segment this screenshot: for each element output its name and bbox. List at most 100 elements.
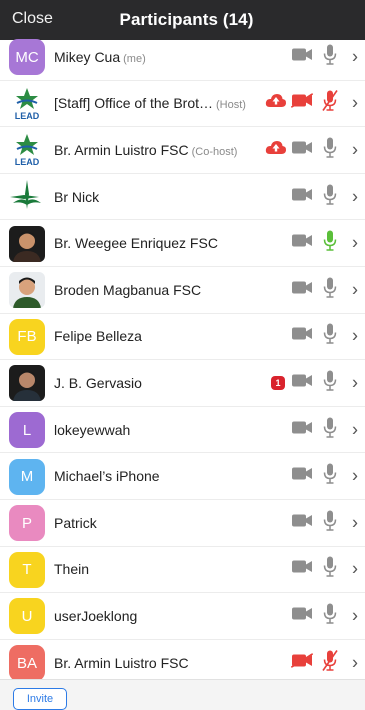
- video-camera-icon[interactable]: [291, 234, 313, 253]
- participant-name: Br. Armin Luistro FSC (Co-host): [54, 142, 237, 158]
- microphone-icon[interactable]: [322, 416, 338, 443]
- invite-button[interactable]: Invite: [13, 688, 67, 710]
- participant-row[interactable]: LEAD [Staff] Office of the Brot… (Host) ›: [0, 81, 365, 128]
- participant-name: Broden Magbanua FSC: [54, 282, 201, 298]
- participant-list[interactable]: MC Mikey Cua (me) › LEAD [Staff] Office of…: [0, 34, 365, 679]
- microphone-icon[interactable]: [322, 463, 338, 490]
- participant-name-text: Br. Armin Luistro FSC: [54, 654, 189, 671]
- participant-row[interactable]: M Michael’s iPhone ›: [0, 453, 365, 500]
- video-camera-icon[interactable]: [291, 280, 313, 299]
- chevron-right-icon[interactable]: ›: [352, 512, 358, 533]
- participant-name-text: Michael’s iPhone: [54, 468, 160, 485]
- participant-name: [Staff] Office of the Brot… (Host): [54, 95, 246, 111]
- participant-row[interactable]: T Thein ›: [0, 547, 365, 594]
- avatar: MC: [9, 39, 45, 76]
- microphone-icon[interactable]: [322, 43, 338, 70]
- microphone-icon[interactable]: [322, 509, 338, 536]
- chevron-right-icon[interactable]: ›: [352, 466, 358, 487]
- video-camera-icon[interactable]: [291, 140, 313, 159]
- participant-name: Felipe Belleza: [54, 328, 142, 344]
- microphone-muted-icon[interactable]: [322, 90, 338, 117]
- microphone-icon[interactable]: [322, 276, 338, 303]
- avatar: BA: [9, 645, 45, 679]
- chevron-right-icon[interactable]: ›: [352, 652, 358, 673]
- microphone-icon[interactable]: [322, 230, 338, 257]
- video-camera-icon[interactable]: [291, 560, 313, 579]
- lead-logo-icon: LEAD: [9, 132, 45, 169]
- chevron-right-icon[interactable]: ›: [352, 93, 358, 114]
- participant-controls: ›: [245, 174, 365, 220]
- chevron-right-icon[interactable]: ›: [352, 605, 358, 626]
- video-camera-icon[interactable]: [291, 467, 313, 486]
- participant-row[interactable]: J. B. Gervasio 1 ›: [0, 360, 365, 407]
- microphone-muted-icon[interactable]: [322, 649, 338, 676]
- close-button[interactable]: Close: [12, 10, 53, 28]
- avatar: [9, 225, 45, 262]
- participant-controls: ›: [245, 640, 365, 679]
- video-off-icon[interactable]: [290, 652, 314, 672]
- avatar-initials: MC: [15, 48, 39, 66]
- microphone-icon[interactable]: [322, 323, 338, 350]
- video-camera-icon[interactable]: [291, 513, 313, 532]
- participant-name-text: Br. Armin Luistro FSC: [54, 141, 189, 158]
- participant-name-text: userJoeklong: [54, 607, 138, 624]
- participant-controls: ›: [245, 500, 365, 546]
- participant-row[interactable]: MC Mikey Cua (me) ›: [0, 34, 365, 81]
- chevron-right-icon[interactable]: ›: [352, 279, 358, 300]
- participant-row[interactable]: FB Felipe Belleza ›: [0, 314, 365, 361]
- participant-name-text: Thein: [54, 561, 90, 578]
- participant-row[interactable]: Br Nick ›: [0, 174, 365, 221]
- participant-name-text: lokeyewwah: [54, 421, 131, 438]
- participant-name: lokeyewwah: [54, 422, 130, 438]
- participant-controls: ›: [245, 81, 365, 127]
- video-camera-icon[interactable]: [291, 606, 313, 625]
- microphone-icon[interactable]: [322, 183, 338, 210]
- avatar: [9, 272, 45, 309]
- chevron-right-icon[interactable]: ›: [352, 372, 358, 393]
- participant-controls: ›: [245, 267, 365, 313]
- participant-name: Patrick: [54, 515, 97, 531]
- participant-controls: ›: [245, 547, 365, 593]
- participant-name-text: Felipe Belleza: [54, 328, 142, 345]
- video-camera-icon[interactable]: [291, 187, 313, 206]
- svg-text:LEAD: LEAD: [15, 157, 40, 167]
- participant-name: userJoeklong: [54, 608, 137, 624]
- participant-name: Br. Armin Luistro FSC: [54, 655, 189, 671]
- avatar-initials: U: [21, 607, 33, 625]
- video-off-icon[interactable]: [290, 93, 314, 113]
- participant-row[interactable]: Llokeyewwah ›: [0, 407, 365, 454]
- participant-row[interactable]: BA Br. Armin Luistro FSC ›: [0, 640, 365, 679]
- participant-controls: ›: [245, 407, 365, 453]
- participant-row[interactable]: Broden Magbanua FSC ›: [0, 267, 365, 314]
- chevron-right-icon[interactable]: ›: [352, 46, 358, 67]
- participant-row[interactable]: Br. Weegee Enriquez FSC ›: [0, 220, 365, 267]
- video-camera-icon[interactable]: [291, 373, 313, 392]
- video-camera-icon[interactable]: [291, 47, 313, 66]
- microphone-icon[interactable]: [322, 369, 338, 396]
- video-camera-icon[interactable]: [291, 420, 313, 439]
- video-camera-icon[interactable]: [291, 327, 313, 346]
- svg-text:LEAD: LEAD: [15, 111, 40, 121]
- participant-name-text: Patrick: [54, 514, 97, 531]
- chevron-right-icon[interactable]: ›: [352, 186, 358, 207]
- microphone-icon[interactable]: [322, 136, 338, 163]
- chevron-right-icon[interactable]: ›: [352, 139, 358, 160]
- participant-row[interactable]: UuserJoeklong ›: [0, 593, 365, 640]
- participant-name: Br Nick: [54, 189, 99, 205]
- microphone-icon[interactable]: [322, 556, 338, 583]
- participant-name-text: [Staff] Office of the Brot…: [54, 95, 214, 112]
- avatar: FB: [9, 318, 45, 355]
- chevron-right-icon[interactable]: ›: [352, 419, 358, 440]
- microphone-icon[interactable]: [322, 602, 338, 629]
- chevron-right-icon[interactable]: ›: [352, 233, 358, 254]
- chevron-right-icon[interactable]: ›: [352, 559, 358, 580]
- role-tag: (me): [123, 52, 146, 65]
- participant-controls: ›: [245, 220, 365, 266]
- chevron-right-icon[interactable]: ›: [352, 326, 358, 347]
- participant-controls: ›: [245, 593, 365, 639]
- participant-controls: ›: [245, 453, 365, 499]
- message-count-badge: 1: [271, 375, 285, 390]
- participant-row[interactable]: LEAD Br. Armin Luistro FSC (Co-host) ›: [0, 127, 365, 174]
- participant-row[interactable]: P Patrick ›: [0, 500, 365, 547]
- role-tag: (Co-host): [191, 145, 238, 158]
